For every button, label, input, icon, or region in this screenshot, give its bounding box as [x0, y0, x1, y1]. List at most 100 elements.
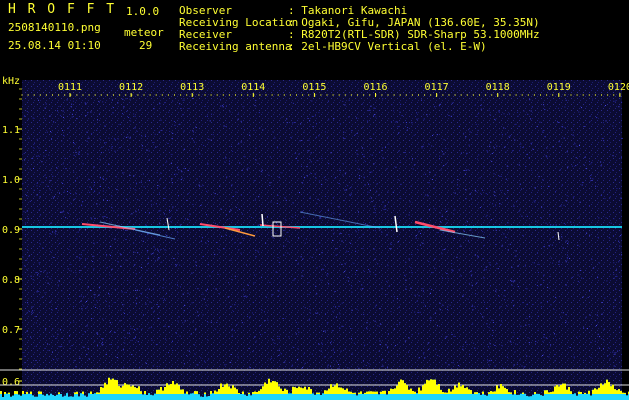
histogram-bar-base [320, 395, 322, 400]
noise-dot [112, 112, 114, 114]
noise-dot [304, 362, 306, 364]
noise-dot [460, 152, 462, 154]
noise-dot [284, 197, 286, 199]
noise-dot [82, 201, 84, 202]
noise-dot [566, 259, 568, 261]
histogram-bar-peak [236, 389, 238, 394]
histogram-bar-base [146, 395, 148, 400]
noise-dot [332, 310, 334, 312]
noise-dot [127, 280, 129, 281]
noise-dot [437, 232, 439, 234]
noise-dot [34, 364, 36, 366]
noise-dot [338, 206, 340, 208]
noise-dot [176, 265, 177, 267]
noise-dot [117, 261, 119, 263]
noise-dot [204, 106, 206, 107]
noise-dot [138, 209, 139, 211]
noise-dot [438, 105, 440, 107]
noise-dot [254, 336, 256, 338]
noise-dot [150, 253, 152, 255]
noise-dot [76, 238, 78, 240]
noise-dot [105, 301, 107, 302]
noise-dot [218, 293, 220, 295]
noise-dot [430, 317, 432, 319]
noise-dot [540, 284, 542, 286]
noise-dot [465, 341, 467, 343]
noise-dot [327, 367, 329, 369]
noise-dot [139, 109, 141, 111]
noise-dot [215, 288, 217, 290]
noise-dot [183, 98, 185, 100]
histogram-bar-peak [380, 391, 382, 394]
noise-dot [73, 321, 75, 323]
noise-dot [275, 271, 277, 273]
noise-dot [298, 237, 300, 239]
noise-dot [111, 146, 113, 148]
noise-dot [335, 177, 337, 179]
noise-dot [405, 279, 407, 281]
noise-dot [584, 156, 586, 158]
noise-dot [364, 184, 366, 186]
noise-dot [252, 312, 253, 314]
histogram-bar-peak [284, 388, 286, 394]
noise-dot [137, 341, 139, 343]
noise-dot [217, 332, 219, 334]
noise-dot [206, 115, 208, 117]
histogram-bar-peak [448, 388, 450, 394]
noise-dot [396, 353, 398, 355]
noise-dot [397, 126, 399, 128]
noise-dot [108, 293, 110, 295]
noise-dot [451, 263, 453, 264]
histogram-bar-peak [394, 388, 396, 394]
noise-dot [288, 336, 290, 338]
noise-dot [338, 305, 340, 307]
noise-dot [145, 362, 147, 364]
noise-dot [316, 202, 318, 204]
noise-dot [141, 328, 143, 330]
noise-dot [44, 347, 46, 349]
histogram-bar-peak [220, 383, 222, 394]
noise-dot [589, 314, 591, 316]
noise-dot [135, 290, 137, 291]
noise-dot [340, 233, 342, 234]
histogram-bar-base [200, 396, 202, 400]
noise-dot [467, 298, 469, 300]
noise-dot [499, 314, 500, 316]
noise-dot [537, 315, 539, 317]
noise-dot [223, 125, 225, 127]
noise-dot [48, 154, 50, 156]
noise-dot [277, 335, 279, 337]
noise-dot [520, 325, 522, 327]
noise-dot [176, 231, 178, 233]
noise-dot [355, 250, 357, 252]
noise-dot [62, 130, 63, 131]
noise-dot [102, 341, 103, 343]
noise-dot [428, 143, 430, 145]
noise-dot [96, 242, 98, 244]
noise-dot [219, 317, 220, 319]
noise-dot [292, 216, 294, 218]
noise-dot [389, 248, 391, 249]
noise-dot [306, 166, 308, 168]
histogram-bar-base [206, 396, 208, 400]
histogram-bar-peak [552, 391, 554, 394]
noise-dot [483, 277, 485, 279]
noise-dot [179, 224, 181, 226]
noise-dot [61, 290, 63, 292]
noise-dot [89, 191, 91, 193]
noise-dot [177, 320, 179, 322]
noise-dot [540, 302, 542, 304]
noise-dot [342, 174, 344, 176]
noise-dot [453, 213, 455, 215]
noise-dot [27, 218, 29, 220]
noise-dot [418, 312, 420, 314]
noise-dot [472, 323, 474, 325]
histogram-bar-base [32, 395, 34, 400]
noise-dot [85, 103, 87, 105]
noise-dot [106, 254, 108, 256]
noise-dot [122, 349, 124, 351]
noise-dot [174, 173, 175, 175]
noise-dot [240, 120, 242, 122]
noise-dot [484, 301, 485, 303]
histogram-bar-base [542, 395, 544, 400]
